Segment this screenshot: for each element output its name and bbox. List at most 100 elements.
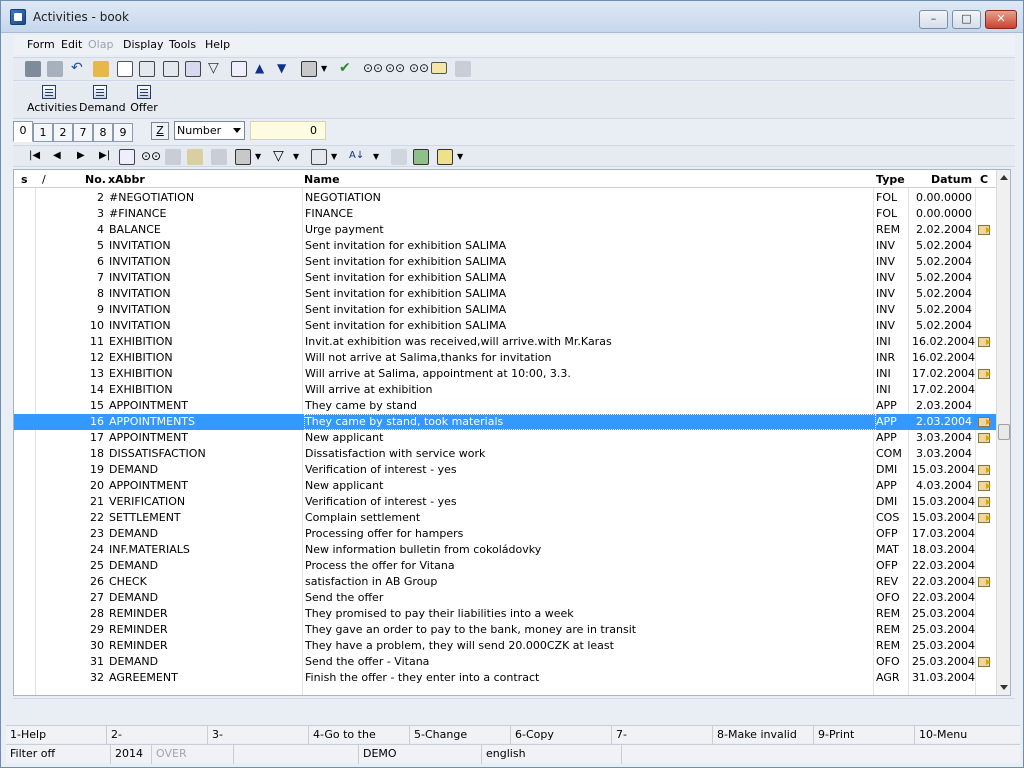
table-row[interactable]: 18 DISSATISFACTION Dissatisfaction with se… xyxy=(14,446,996,462)
fkey-2[interactable]: 2- xyxy=(107,726,208,744)
arrow-up-icon[interactable]: ▲ xyxy=(255,61,271,77)
document-link-icon[interactable] xyxy=(978,433,991,443)
binoculars-icon[interactable]: ⊙⊙ xyxy=(363,61,383,77)
sort-dropdown-icon[interactable]: ▼ xyxy=(373,149,389,165)
camera-icon[interactable] xyxy=(301,61,317,77)
find-all-icon[interactable]: ⊙⊙ xyxy=(409,61,429,77)
mail-icon[interactable] xyxy=(431,62,447,74)
z-button[interactable]: Z xyxy=(151,122,169,140)
document-link-icon[interactable] xyxy=(978,513,991,523)
add-record-icon[interactable] xyxy=(187,149,203,165)
fkey-4[interactable]: 4-Go to the record xyxy=(309,726,410,758)
table-row[interactable]: 4 BALANCE Urge payment REM 2.02.2004 xyxy=(14,222,996,238)
table-row[interactable]: 28 REMINDER They promised to pay their lia… xyxy=(14,606,996,622)
open-folder-icon[interactable] xyxy=(93,61,109,77)
save-icon[interactable] xyxy=(25,61,41,77)
sort-icon[interactable]: A↓ xyxy=(349,149,365,165)
document-link-icon[interactable] xyxy=(978,337,991,347)
table-row[interactable]: 13 EXHIBITION Will arrive at Salima, appoi… xyxy=(14,366,996,382)
menu-display[interactable]: Display xyxy=(123,38,164,51)
table-row[interactable]: 20 APPOINTMENT New applicant APP 4.03.2004 xyxy=(14,478,996,494)
report-icon[interactable] xyxy=(231,61,247,77)
table-row[interactable]: 24 INF.MATERIALS New information bulletin … xyxy=(14,542,996,558)
document-link-icon[interactable] xyxy=(978,657,991,667)
filter-icon[interactable]: ▽ xyxy=(208,61,224,77)
table-row[interactable]: 15 APPOINTMENT They came by stand APP 2.03.2… xyxy=(14,398,996,414)
header-name[interactable]: Name xyxy=(304,173,340,186)
first-record-icon[interactable]: |◀ xyxy=(29,149,45,165)
offer-button[interactable]: Offer xyxy=(129,85,159,114)
header-abbr[interactable]: xAbbr xyxy=(108,173,145,186)
table-row[interactable]: 10 INVITATION Sent invitation for exhibiti… xyxy=(14,318,996,334)
table-row[interactable]: 16 APPOINTMENTS They came by stand, took m… xyxy=(14,414,996,430)
scroll-up-icon[interactable] xyxy=(1000,175,1008,180)
document-link-icon[interactable] xyxy=(978,369,991,379)
copy-icon[interactable] xyxy=(139,61,155,77)
menu-edit[interactable]: Edit xyxy=(61,38,82,51)
table-row[interactable]: 25 DEMAND Process the offer for Vitana OFP 2… xyxy=(14,558,996,574)
last-record-icon[interactable]: ▶| xyxy=(99,149,115,165)
fkey-8[interactable]: 8-Make invalid xyxy=(713,726,814,744)
table-row[interactable]: 7 INVITATION Sent invitation for exhibitio… xyxy=(14,270,996,286)
fkey-10[interactable]: 10-Menu xyxy=(915,726,1020,744)
document-link-icon[interactable] xyxy=(978,417,991,427)
export-icon[interactable] xyxy=(413,149,429,165)
table-row[interactable]: 30 REMINDER They have a problem, they will… xyxy=(14,638,996,654)
filter-dropdown-icon[interactable]: ▼ xyxy=(293,149,309,165)
header-s[interactable]: s xyxy=(21,173,28,186)
tab-8[interactable]: 8 xyxy=(93,123,113,142)
sort-select[interactable]: Number xyxy=(174,121,245,140)
save-as-icon[interactable] xyxy=(47,61,63,77)
document-link-icon[interactable] xyxy=(978,225,991,235)
arrow-down-icon[interactable]: ▼ xyxy=(277,61,293,77)
minimize-button[interactable]: – xyxy=(919,10,948,29)
menu-tools[interactable]: Tools xyxy=(169,38,196,51)
columns-icon[interactable] xyxy=(311,149,327,165)
camera-icon[interactable] xyxy=(235,149,251,165)
header-no[interactable]: No. xyxy=(85,173,106,186)
tab-0[interactable]: 0 xyxy=(13,121,33,142)
menu-form[interactable]: Form xyxy=(27,38,55,51)
find-next-icon[interactable]: ⊙⊙ xyxy=(385,61,405,77)
undo-icon[interactable]: ↶ xyxy=(71,61,87,77)
camera-dropdown-icon[interactable]: ▼ xyxy=(255,149,271,165)
table-row[interactable]: 27 DEMAND Send the offer OFO 22.03.2004 xyxy=(14,590,996,606)
table-row[interactable]: 2 #NEGOTIATION NEGOTIATION FOL 0.00.0000 xyxy=(14,190,996,206)
header-type[interactable]: Type xyxy=(876,173,905,186)
fkey-7[interactable]: 7- xyxy=(612,726,713,744)
table-row[interactable]: 8 INVITATION Sent invitation for exhibitio… xyxy=(14,286,996,302)
refresh-icon[interactable] xyxy=(119,149,135,165)
columns-setup-icon[interactable] xyxy=(437,149,453,165)
table-row[interactable]: 17 APPOINTMENT New applicant APP 3.03.2004 xyxy=(14,430,996,446)
previous-record-icon[interactable]: ◀ xyxy=(53,149,69,165)
menu-help[interactable]: Help xyxy=(205,38,230,51)
next-record-icon[interactable]: ▶ xyxy=(77,149,93,165)
tab-7[interactable]: 7 xyxy=(73,123,93,142)
table-row[interactable]: 32 AGREEMENT Finish the offer - they enter… xyxy=(14,670,996,686)
table-row[interactable]: 19 DEMAND Verification of interest - yes DM… xyxy=(14,462,996,478)
table-row[interactable]: 22 SETTLEMENT Complain settlement COS 15.03.… xyxy=(14,510,996,526)
document-link-icon[interactable] xyxy=(978,481,991,491)
table-row[interactable]: 3 #FINANCE FINANCE FOL 0.00.0000 xyxy=(14,206,996,222)
columns-dropdown-icon[interactable]: ▼ xyxy=(331,149,347,165)
table-row[interactable]: 11 EXHIBITION Invit.at exhibition was rece… xyxy=(14,334,996,350)
scroll-down-icon[interactable] xyxy=(1000,685,1008,690)
table-row[interactable]: 23 DEMAND Processing offer for hampers OFP 1… xyxy=(14,526,996,542)
fkey-6[interactable]: 6-Copy xyxy=(511,726,612,744)
import-icon[interactable]: ✔ xyxy=(339,61,355,77)
close-button[interactable]: ✕ xyxy=(985,10,1017,29)
vertical-scrollbar[interactable] xyxy=(996,170,1010,695)
tab-2[interactable]: 2 xyxy=(53,123,73,142)
camera-dropdown-icon[interactable]: ▼ xyxy=(321,61,337,77)
fkey-1[interactable]: 1-Help xyxy=(6,726,107,744)
fkey-3[interactable]: 3-Refresh/Restore xyxy=(208,726,309,758)
table-row[interactable]: 6 INVITATION Sent invitation for exhibitio… xyxy=(14,254,996,270)
book-icon[interactable] xyxy=(185,61,201,77)
table-row[interactable]: 31 DEMAND Send the offer - Vitana OFO 25.03.… xyxy=(14,654,996,670)
paste-icon[interactable] xyxy=(163,61,179,77)
setup-dropdown-icon[interactable]: ▼ xyxy=(457,149,473,165)
document-link-icon[interactable] xyxy=(978,465,991,475)
scroll-thumb[interactable] xyxy=(998,424,1010,440)
header-date[interactable]: Datum xyxy=(931,173,972,186)
activities-button[interactable]: Activities xyxy=(27,85,77,114)
